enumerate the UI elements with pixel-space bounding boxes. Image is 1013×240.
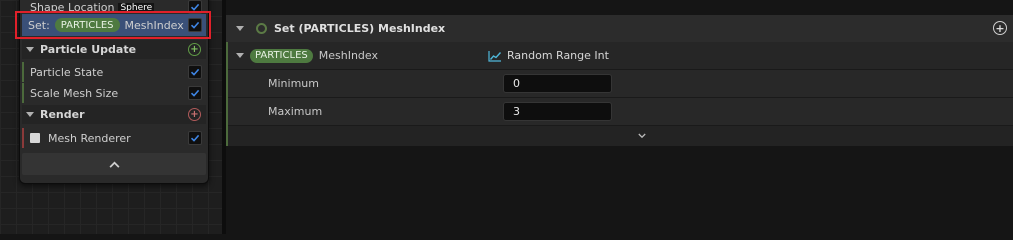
- param-label: Maximum: [268, 105, 323, 118]
- value-mode-label: Random Range Int: [507, 49, 609, 62]
- stage-color-bar: [22, 83, 24, 103]
- enable-checkbox[interactable]: [188, 86, 202, 100]
- add-circle-icon[interactable]: +: [188, 108, 201, 121]
- niagara-editor: Shape Location Sphere Set: PARTICLES Mes…: [0, 0, 1013, 234]
- collapse-triangle-icon[interactable]: [236, 26, 244, 31]
- module-status-icon: [256, 23, 267, 34]
- checkmark-icon: [190, 89, 200, 97]
- module-params: PARTICLES MeshIndex Random Range Int Min…: [226, 42, 1013, 146]
- section-title: Render: [40, 108, 85, 121]
- param-row-maximum: Maximum 3: [228, 98, 1013, 126]
- module-label: Scale Mesh Size: [30, 86, 119, 100]
- selection-details-panel: Set (PARTICLES) MeshIndex + PARTICLES Me…: [226, 0, 1013, 234]
- module-row-particle-state[interactable]: Particle State: [22, 62, 206, 82]
- enable-checkbox[interactable]: [188, 131, 202, 145]
- param-name: MeshIndex: [318, 49, 378, 62]
- section-render[interactable]: Render +: [22, 105, 206, 124]
- checkmark-icon: [190, 68, 200, 76]
- checkmark-icon: [190, 134, 200, 142]
- section-particle-update[interactable]: Particle Update +: [22, 40, 206, 59]
- module-label: Mesh Renderer: [48, 131, 131, 145]
- expand-triangle-icon[interactable]: [26, 112, 34, 117]
- add-circle-icon[interactable]: +: [188, 43, 201, 56]
- module-title: Set (PARTICLES) MeshIndex: [274, 22, 446, 35]
- stage-color-bar: [22, 62, 24, 82]
- collapse-node-button[interactable]: [22, 153, 206, 175]
- section-title: Particle Update: [40, 43, 137, 56]
- module-row-mesh-renderer[interactable]: Mesh Renderer: [22, 128, 206, 148]
- enable-checkbox[interactable]: [188, 65, 202, 79]
- cube-icon: [30, 133, 40, 143]
- maximum-input[interactable]: 3: [503, 102, 612, 121]
- param-row-minimum: Minimum 0: [228, 70, 1013, 98]
- chevron-down-icon: [638, 133, 646, 139]
- minimum-input[interactable]: 0: [503, 74, 612, 93]
- stage-color-bar: [22, 128, 24, 148]
- advanced-expander[interactable]: [228, 126, 1013, 146]
- module-row-scale-mesh-size[interactable]: Scale Mesh Size: [22, 83, 206, 103]
- add-circle-icon[interactable]: +: [993, 21, 1007, 35]
- selection-highlight: [15, 11, 211, 39]
- module-label: Particle State: [30, 65, 104, 79]
- param-label: Minimum: [268, 77, 319, 90]
- chevron-up-icon: [109, 161, 119, 168]
- namespace-pill: PARTICLES: [250, 48, 313, 63]
- module-header[interactable]: Set (PARTICLES) MeshIndex +: [226, 15, 1013, 42]
- system-overview-graph[interactable]: Shape Location Sphere Set: PARTICLES Mes…: [0, 0, 222, 234]
- expand-triangle-icon[interactable]: [26, 47, 34, 52]
- curve-icon: [488, 50, 502, 62]
- value-mode-selector[interactable]: Random Range Int: [488, 49, 609, 62]
- expand-triangle-icon[interactable]: [236, 53, 244, 58]
- param-row-meshindex[interactable]: PARTICLES MeshIndex Random Range Int: [228, 42, 1013, 70]
